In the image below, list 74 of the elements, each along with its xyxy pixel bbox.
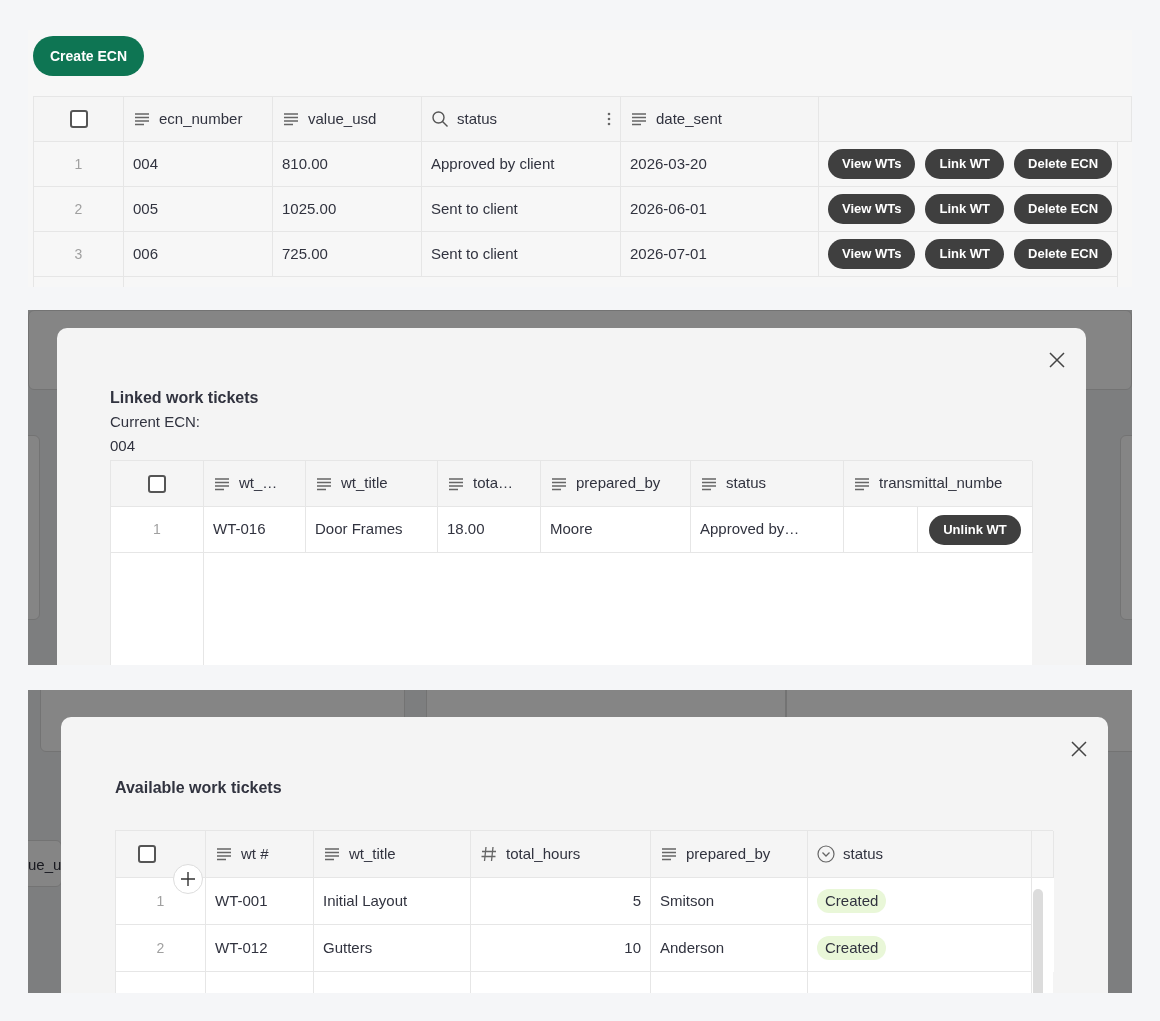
action-button[interactable]: Delete ECN <box>1014 194 1113 224</box>
checkbox[interactable] <box>148 474 166 493</box>
column-header[interactable]: wt_title <box>349 842 396 866</box>
table-cell: Moore <box>541 507 691 553</box>
column-header[interactable]: status <box>457 107 498 131</box>
row-number: 2 <box>116 925 206 972</box>
row-number: 1 <box>34 142 124 187</box>
table-cell: Sent to client <box>422 232 621 277</box>
column-header[interactable]: date_sent <box>656 107 722 131</box>
action-button[interactable]: Link WT <box>925 149 1005 179</box>
lines-icon <box>282 110 300 128</box>
dialog-title: Linked work tickets <box>110 388 260 408</box>
hash-icon <box>480 845 498 863</box>
table-cell: WT-016 <box>204 507 306 553</box>
column-header[interactable]: status <box>726 472 767 495</box>
table-cell: Sent to client <box>422 187 621 232</box>
column-header[interactable]: ecn_number <box>159 107 243 131</box>
ecn-value: 004 <box>110 436 136 456</box>
table-cell: WT-012 <box>206 925 314 972</box>
table-cell: 10 <box>471 925 651 972</box>
table-cell: Approved by… <box>691 507 844 553</box>
scrollbar[interactable] <box>1033 889 1043 993</box>
more-icon[interactable] <box>607 112 611 126</box>
lines-icon <box>323 845 341 863</box>
column-header[interactable]: value_usd <box>308 107 377 131</box>
status-tag: Created <box>817 888 887 914</box>
action-button[interactable]: View WTs <box>828 239 916 269</box>
column-header[interactable]: tota… <box>473 472 514 495</box>
table-cell: 810.00 <box>273 142 422 187</box>
table-cell: 18.00 <box>438 507 541 553</box>
table-cell: 2026-03-20 <box>621 142 819 187</box>
lines-icon <box>133 110 151 128</box>
table-cell: 1025.00 <box>273 187 422 232</box>
checkbox[interactable] <box>138 845 156 863</box>
action-button[interactable]: Delete ECN <box>1014 239 1113 269</box>
row-number: 3 <box>34 232 124 277</box>
action-button[interactable]: Delete ECN <box>1014 149 1113 179</box>
table-cell: 725.00 <box>273 232 422 277</box>
table-cell: Gutters <box>314 925 471 972</box>
table-cell: 005 <box>124 187 273 232</box>
table-cell: WT-001 <box>206 878 314 925</box>
action-button[interactable]: Link WT <box>925 239 1005 269</box>
table-cell: 2026-07-01 <box>621 232 819 277</box>
column-header[interactable]: status <box>843 842 884 866</box>
create-button[interactable]: Create ECN <box>33 36 145 76</box>
checkbox[interactable] <box>69 110 88 128</box>
dialog-title: Available work tickets <box>115 778 282 798</box>
chevron-circle-icon <box>817 845 835 863</box>
column-header[interactable]: wt # <box>241 842 269 866</box>
table-cell: Anderson <box>651 925 808 972</box>
action-button[interactable]: View WTs <box>828 194 916 224</box>
lines-icon <box>630 110 648 128</box>
column-header[interactable]: wt_… <box>239 472 278 495</box>
table-cell: 006 <box>124 232 273 277</box>
search-icon <box>431 110 449 128</box>
unlink-button[interactable]: Unlink WT <box>929 514 1021 545</box>
background-text: ue_u <box>28 855 62 875</box>
lines-icon <box>215 845 233 863</box>
table-cell: Smitson <box>651 878 808 925</box>
lines-icon <box>660 845 678 863</box>
table-cell: Approved by client <box>422 142 621 187</box>
table-cell: 5 <box>471 878 651 925</box>
status-tag: Created <box>817 935 887 961</box>
plus-icon <box>180 871 196 887</box>
action-button[interactable]: Link WT <box>925 194 1005 224</box>
table-cell: Initial Layout <box>314 878 471 925</box>
action-button[interactable]: View WTs <box>828 149 916 179</box>
table-cell: Door Frames <box>306 507 438 553</box>
table-cell: 004 <box>124 142 273 187</box>
table-cell: 2026-06-01 <box>621 187 819 232</box>
row-number: 2 <box>34 187 124 232</box>
dialog-subtitle: Current ECN: <box>110 412 201 432</box>
row-number: 1 <box>111 507 204 553</box>
column-header[interactable]: wt_title <box>341 472 388 495</box>
